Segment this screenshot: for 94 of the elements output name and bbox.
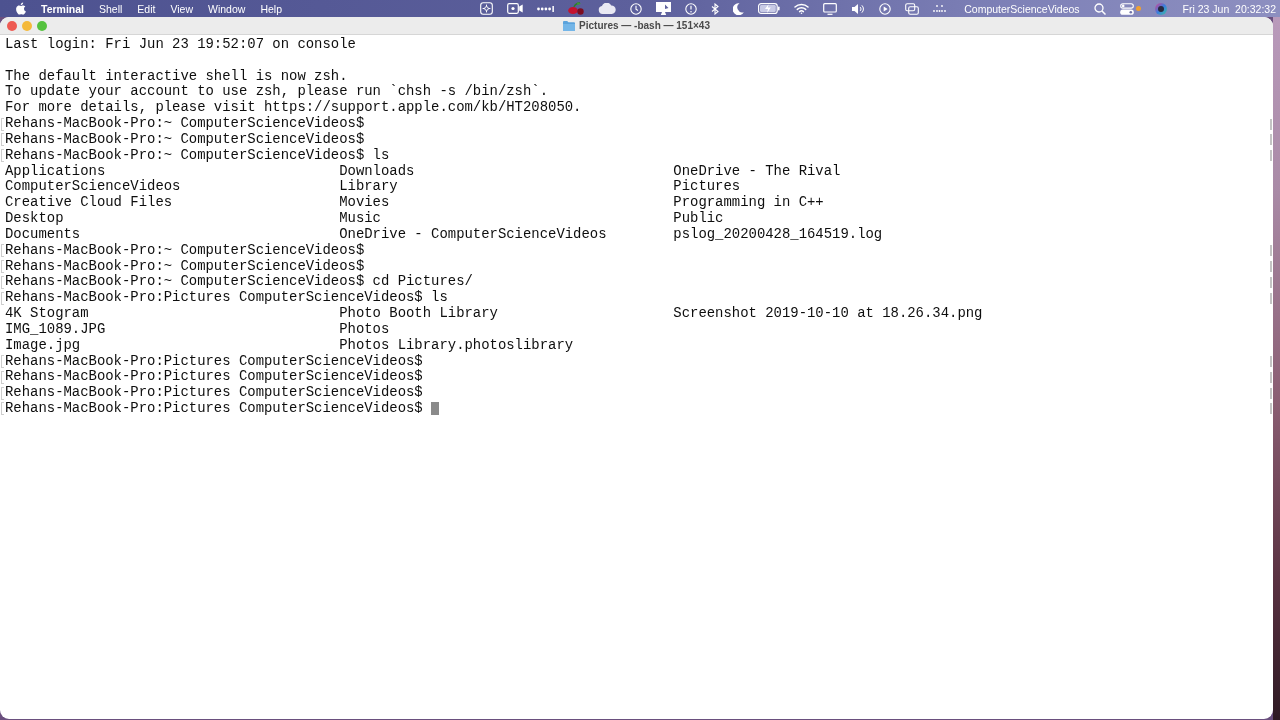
speaker-icon[interactable] [851,2,866,15]
sparkle-square-icon[interactable] [480,2,494,15]
file-name: Photo Booth Library [339,305,498,322]
menu-item[interactable]: Window [208,2,246,15]
user-name[interactable]: ComputerScienceVideos [964,2,1080,15]
line-mark-icon [1,149,4,163]
clock-icon[interactable] [630,2,643,15]
file-name: Pictures [673,178,741,195]
shell-prompt: Rehans-MacBook-Pro:~ ComputerScienceVideos$ [5,116,365,132]
file-name: OneDrive - The Rival [673,162,841,179]
file-name: 4K Stogram [5,305,89,322]
command-text: ls [372,147,390,164]
bluetooth-icon[interactable] [711,2,720,15]
file-name: Screenshot 2019-10-10 at 18.26.34.png [673,305,983,322]
play-circle-icon[interactable] [879,2,892,15]
line-mark-icon [1,402,4,416]
video-camera-icon[interactable] [507,3,524,14]
menu-item[interactable]: Shell [99,2,123,15]
wifi-icon[interactable] [794,3,810,14]
scroll-mark-icon [1270,403,1272,415]
shell-prompt: Rehans-MacBook-Pro:~ ComputerScienceVideos$ [5,147,365,164]
file-name: Applications [5,162,106,179]
file-name: Movies [339,194,390,211]
file-name: Desktop [5,210,64,227]
output-text: Last login: Fri Jun 23 19:52:07 on console [5,37,356,53]
shell-prompt: Rehans-MacBook-Pro:Pictures ComputerScienceVideos$ [5,353,423,369]
menu-item[interactable]: View [170,2,193,15]
file-name: pslog_20200428_164519.log [673,225,883,242]
dots-icon[interactable] [537,5,555,12]
apple-logo-icon[interactable] [15,2,26,15]
line-mark-icon [1,354,4,368]
shell-prompt: Rehans-MacBook-Pro:Pictures ComputerScienceVideos$ [5,385,423,401]
privacy-dot-icon [1135,6,1141,11]
command-text: cd Pictures/ [372,274,473,290]
file-name: IMG_1089.JPG [5,320,106,337]
scroll-mark-icon [1270,245,1272,257]
folder-icon [563,20,576,31]
file-name: Documents [5,225,81,242]
scroll-mark-icon [1270,134,1272,146]
output-text: For more details, please visit https://support.apple.com/kb/HT208050. [5,100,582,116]
shell-prompt: Rehans-MacBook-Pro:Pictures ComputerScienceVideos$ [5,290,423,306]
file-name: Photos [339,320,390,337]
scroll-mark-icon [1270,118,1272,130]
close-button[interactable] [7,20,17,31]
shell-prompt: Rehans-MacBook-Pro:~ ComputerScienceVideos$ [5,131,365,148]
shell-prompt: Rehans-MacBook-Pro:Pictures ComputerScienceVideos$ [5,369,423,385]
line-mark-icon [1,386,4,400]
file-name: Library [339,178,398,195]
file-name: Photos Library.photoslibrary [339,336,574,353]
line-mark-icon [1,117,4,131]
battery-icon[interactable] [758,3,781,14]
moon-icon[interactable] [733,2,745,15]
orb-icon[interactable] [1154,2,1167,15]
scroll-mark-icon [1270,387,1272,399]
search-icon[interactable] [1093,2,1106,15]
file-name: ComputerScienceVideos [5,178,181,195]
file-name: Creative Cloud Files [5,194,173,211]
file-name: Public [673,210,724,227]
scroll-mark-icon [1270,355,1272,367]
screen-share-icon[interactable] [656,2,672,15]
cherry-icon[interactable] [568,2,585,15]
output-text: The default interactive shell is now zsh. [5,68,348,84]
line-mark-icon [1,260,4,273]
line-mark-icon [1,370,4,384]
shell-prompt: Rehans-MacBook-Pro:~ ComputerScienceVideos$ [5,274,365,290]
line-mark-icon [1,275,4,289]
shell-prompt: Rehans-MacBook-Pro:~ ComputerScienceVideos$ [5,258,365,274]
scroll-mark-icon [1270,276,1272,288]
scroll-mark-icon [1270,261,1272,272]
exclamation-circle-icon[interactable] [685,2,698,15]
file-name: Downloads [339,162,415,179]
line-mark-icon [1,291,4,305]
menu-item[interactable]: Help [260,2,282,15]
dot-pattern-icon[interactable] [933,5,947,12]
scroll-mark-icon [1270,292,1272,304]
line-mark-icon [1,244,4,258]
stacked-windows-icon[interactable] [905,2,920,15]
cloud-icon[interactable] [598,3,617,14]
output-text: To update your account to use zsh, please run `chsh -s /bin/zsh`. [5,84,549,100]
shell-prompt: Rehans-MacBook-Pro:~ ComputerScienceVideos$ [5,242,365,259]
file-name: Programming in C++ [673,194,824,211]
app-menu[interactable]: Terminal [41,2,84,15]
scroll-mark-icon [1270,371,1272,383]
window-title: Pictures — -bash — 151×43 [579,20,710,31]
menu-item[interactable]: Edit [137,2,156,15]
scroll-mark-icon [1270,150,1272,162]
display-icon[interactable] [823,2,838,15]
file-name: OneDrive - ComputerScienceVideos [339,225,607,242]
line-mark-icon [1,133,4,147]
file-name: Music [339,210,381,227]
command-text: ls [431,290,448,306]
toggles-icon[interactable] [1119,2,1134,15]
shell-prompt: Rehans-MacBook-Pro:Pictures ComputerScienceVideos$ [5,401,423,417]
file-name: Image.jpg [5,336,81,353]
